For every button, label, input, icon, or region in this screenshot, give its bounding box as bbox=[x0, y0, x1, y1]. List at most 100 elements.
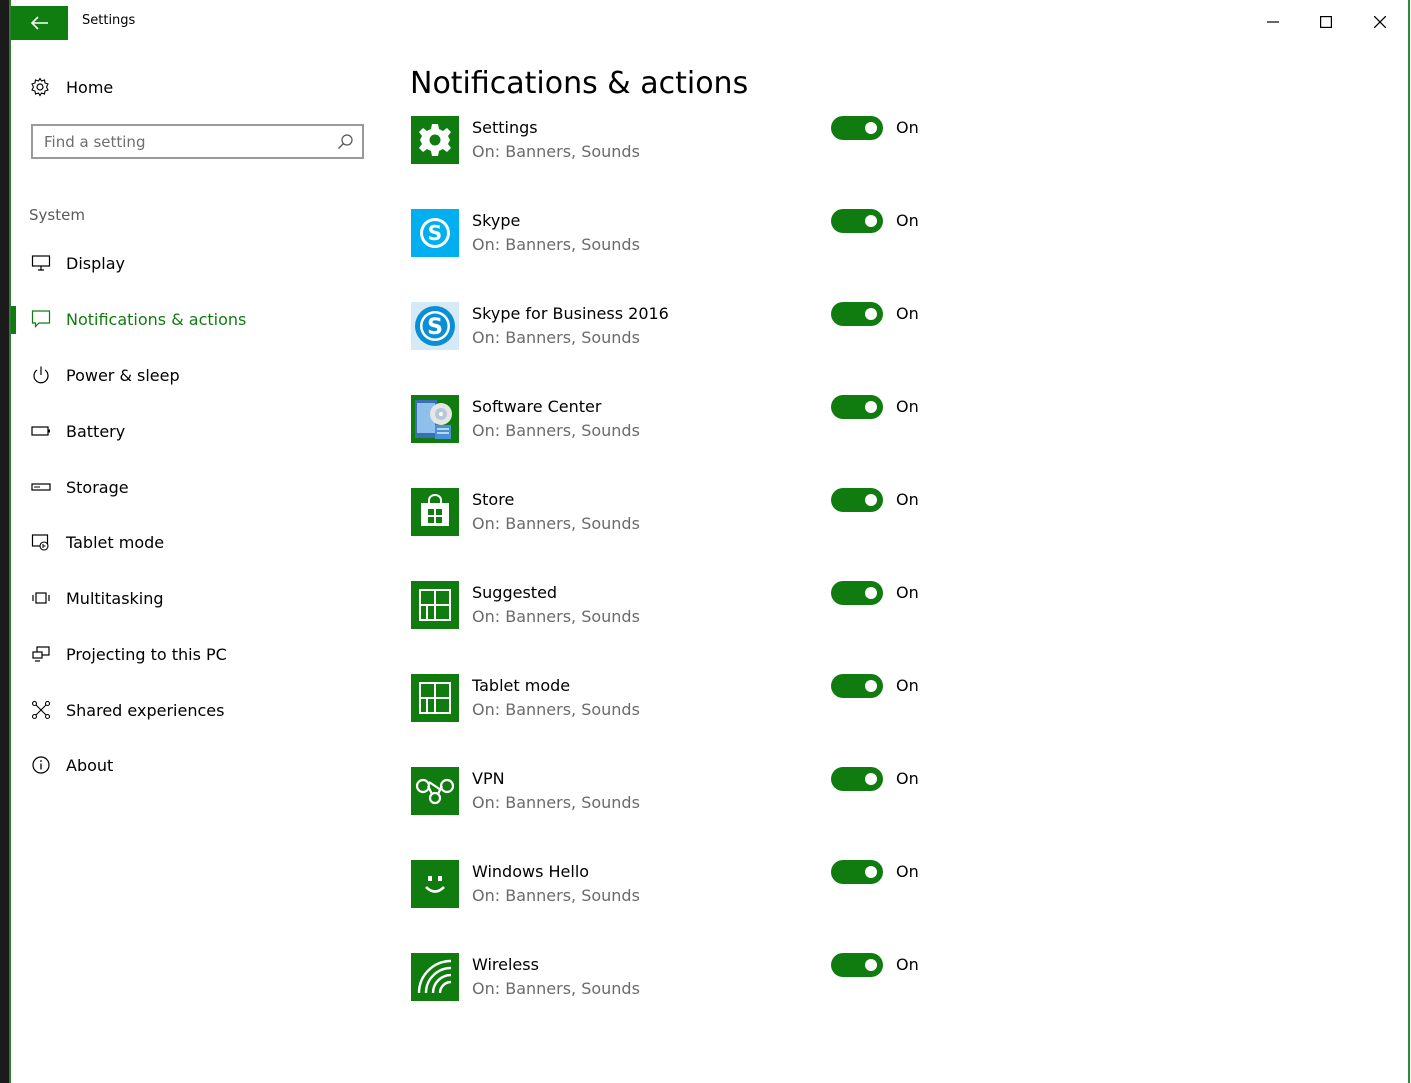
gear-icon bbox=[31, 77, 49, 97]
app-status: On: Banners, Sounds bbox=[472, 607, 640, 626]
sidebar-item-label: Power & sleep bbox=[66, 365, 180, 385]
section-header-system: System bbox=[29, 206, 85, 224]
sidebar-item-projecting[interactable]: Projecting to this PC bbox=[11, 634, 381, 674]
sidebar-item-tablet-mode[interactable]: Tablet mode bbox=[11, 522, 381, 562]
toggle-state-label: On bbox=[896, 211, 919, 230]
sidebar-item-label: Notifications & actions bbox=[66, 309, 247, 329]
sidebar-item-display[interactable]: Display bbox=[11, 243, 381, 283]
app-status: On: Banners, Sounds bbox=[472, 979, 640, 998]
search-box[interactable] bbox=[31, 124, 364, 159]
sidebar-item-label: Multitasking bbox=[66, 588, 164, 608]
settings-gear-icon bbox=[411, 116, 459, 164]
skype-icon: S bbox=[411, 209, 459, 257]
toggle-knob bbox=[865, 401, 877, 413]
app-name: Tablet mode bbox=[472, 676, 571, 695]
app-name: Skype bbox=[472, 211, 521, 230]
back-button[interactable] bbox=[11, 6, 68, 40]
notification-toggle[interactable] bbox=[831, 674, 883, 698]
title-bar: Settings bbox=[11, 0, 1406, 42]
notification-toggle[interactable] bbox=[831, 581, 883, 605]
info-icon bbox=[30, 754, 52, 776]
toggle-state-label: On bbox=[896, 676, 919, 695]
maximize-button[interactable] bbox=[1301, 6, 1351, 38]
shared-experiences-icon bbox=[30, 699, 52, 721]
notification-toggle[interactable] bbox=[831, 767, 883, 791]
toggle-state-label: On bbox=[896, 955, 919, 974]
toggle-state-label: On bbox=[896, 397, 919, 416]
notification-toggle[interactable] bbox=[831, 953, 883, 977]
window-title: Settings bbox=[82, 13, 136, 28]
sidebar-item-about[interactable]: About bbox=[11, 745, 381, 785]
multitasking-icon bbox=[30, 587, 52, 609]
home-nav-item[interactable]: Home bbox=[30, 72, 113, 102]
sidebar-item-shared-experiences[interactable]: Shared experiences bbox=[11, 690, 381, 730]
sidebar-item-power-sleep[interactable]: Power & sleep bbox=[11, 355, 381, 395]
app-row-skype: S Skype On: Banners, Sounds On bbox=[411, 209, 971, 269]
toggle-state-label: On bbox=[896, 304, 919, 323]
projecting-icon bbox=[30, 643, 52, 665]
app-status: On: Banners, Sounds bbox=[472, 886, 640, 905]
app-name: Wireless bbox=[472, 955, 539, 974]
display-icon bbox=[30, 252, 52, 274]
app-name: Skype for Business 2016 bbox=[472, 304, 669, 323]
close-icon bbox=[1374, 16, 1386, 28]
app-status: On: Banners, Sounds bbox=[472, 700, 640, 719]
toggle-state-label: On bbox=[896, 583, 919, 602]
svg-text:S: S bbox=[427, 315, 443, 340]
app-row-store: Store On: Banners, Sounds On bbox=[411, 488, 971, 548]
notification-toggle[interactable] bbox=[831, 209, 883, 233]
close-button[interactable] bbox=[1355, 6, 1405, 38]
notification-toggle[interactable] bbox=[831, 488, 883, 512]
notification-toggle[interactable] bbox=[831, 302, 883, 326]
app-status: On: Banners, Sounds bbox=[472, 142, 640, 161]
minimize-button[interactable] bbox=[1248, 6, 1298, 38]
sidebar-item-label: Battery bbox=[66, 421, 126, 441]
toggle-knob bbox=[865, 680, 877, 692]
svg-text:S: S bbox=[428, 221, 442, 245]
sidebar-item-label: Storage bbox=[66, 477, 129, 497]
toggle-knob bbox=[865, 959, 877, 971]
sidebar-item-multitasking[interactable]: Multitasking bbox=[11, 578, 381, 618]
search-input[interactable] bbox=[33, 126, 324, 157]
minimize-icon bbox=[1267, 21, 1279, 23]
sidebar-item-label: Tablet mode bbox=[66, 532, 165, 552]
toggle-knob bbox=[865, 308, 877, 320]
notification-toggle[interactable] bbox=[831, 395, 883, 419]
toggle-knob bbox=[865, 773, 877, 785]
app-row-windows-hello: Windows Hello On: Banners, Sounds On bbox=[411, 860, 971, 920]
page-title: Notifications & actions bbox=[410, 66, 749, 101]
toggle-knob bbox=[865, 215, 877, 227]
notification-toggle[interactable] bbox=[831, 860, 883, 884]
sidebar-item-battery[interactable]: Battery bbox=[11, 411, 381, 451]
notification-toggle[interactable] bbox=[831, 116, 883, 140]
window-border-left bbox=[0, 0, 9, 1083]
vpn-icon bbox=[411, 767, 459, 815]
suggested-icon bbox=[411, 581, 459, 629]
back-arrow-icon bbox=[30, 16, 48, 30]
sidebar-item-storage[interactable]: Storage bbox=[11, 467, 381, 507]
app-name: Software Center bbox=[472, 397, 602, 416]
app-name: Settings bbox=[472, 118, 538, 137]
app-name: Suggested bbox=[472, 583, 558, 602]
search-icon[interactable] bbox=[337, 133, 354, 150]
toggle-knob bbox=[865, 494, 877, 506]
toggle-knob bbox=[865, 866, 877, 878]
active-indicator bbox=[11, 306, 16, 334]
storage-icon bbox=[30, 476, 52, 498]
tablet-mode-icon bbox=[30, 531, 52, 553]
app-name: Windows Hello bbox=[472, 862, 590, 881]
toggle-state-label: On bbox=[896, 862, 919, 881]
sidebar-item-label: Projecting to this PC bbox=[66, 644, 227, 664]
app-status: On: Banners, Sounds bbox=[472, 514, 640, 533]
app-status: On: Banners, Sounds bbox=[472, 328, 640, 347]
sidebar-item-label: Display bbox=[66, 253, 125, 273]
toggle-state-label: On bbox=[896, 118, 919, 137]
app-status: On: Banners, Sounds bbox=[472, 235, 640, 254]
app-name: VPN bbox=[472, 769, 505, 788]
notification-icon bbox=[30, 308, 52, 330]
home-label: Home bbox=[66, 77, 114, 97]
app-status: On: Banners, Sounds bbox=[472, 793, 640, 812]
sidebar-item-notifications[interactable]: Notifications & actions bbox=[11, 299, 381, 339]
battery-icon bbox=[30, 420, 52, 442]
store-icon bbox=[411, 488, 459, 536]
